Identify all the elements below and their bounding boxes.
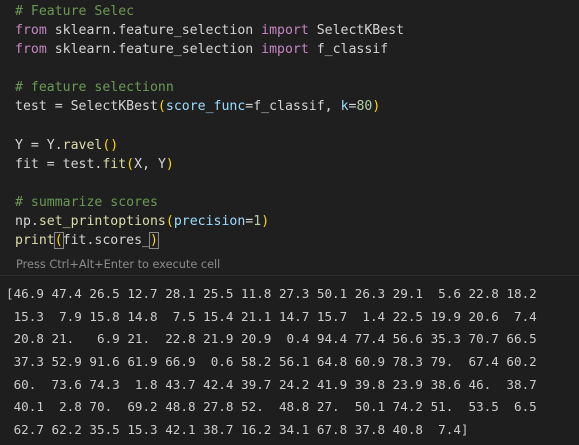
code-token: import	[261, 42, 309, 58]
code-token: # summarize scores	[15, 194, 158, 210]
output-line: 40.1 2.8 70. 69.2 48.8 27.8 52. 48.8 27.…	[6, 399, 537, 415]
execute-hint: Press Ctrl+Alt+Enter to execute cell	[16, 258, 221, 271]
output-line: 20.8 21. 6.9 21. 22.8 21.9 20.9 0.4 94.4…	[6, 331, 537, 347]
output-line: 37.3 52.9 91.6 61.9 66.9 0.6 58.2 56.1 6…	[6, 354, 537, 370]
code-token: sklearn.feature_selection	[46, 42, 262, 58]
code-token: )	[165, 156, 174, 172]
output-line: 62.7 62.2 35.5 15.3 42.1 38.7 16.2 34.1 …	[6, 422, 469, 438]
code-token: sklearn.feature_selection	[46, 23, 262, 39]
code-token: Y = Y.	[15, 137, 63, 153]
code-token: (	[126, 156, 135, 172]
code-editor[interactable]: # Feature Selec from sklearn.feature_sele…	[15, 2, 404, 250]
code-token: # feature selectionn	[15, 80, 174, 96]
code-token: =f_classif,	[245, 99, 341, 115]
code-token: # Feature Selec	[15, 4, 135, 19]
code-token: fit = test.	[15, 156, 103, 172]
code-token: (	[165, 214, 174, 230]
code-token: print	[15, 233, 55, 249]
code-line: print(fit.scores_)	[15, 231, 404, 250]
code-token: (	[157, 99, 166, 115]
code-cell-input[interactable]: # Feature Selec from sklearn.feature_sele…	[0, 0, 579, 275]
code-line: # Feature Selec	[15, 2, 404, 21]
code-line: np.set_printoptions(precision=1)	[15, 212, 404, 231]
code-cell-output: [46.9 47.4 26.5 12.7 28.1 25.5 11.8 27.3…	[0, 276, 579, 445]
output-text: [46.9 47.4 26.5 12.7 28.1 25.5 11.8 27.3…	[6, 283, 537, 442]
code-line: test = SelectKBest(score_func=f_classif,…	[15, 97, 404, 116]
code-line: # summarize scores	[15, 193, 404, 212]
code-token: )	[372, 99, 381, 115]
code-token: k	[340, 99, 349, 115]
code-token: fit	[102, 156, 127, 172]
code-token: ()	[102, 137, 119, 153]
code-token: )	[149, 232, 159, 250]
code-token: 1	[253, 214, 262, 230]
code-line: from sklearn.feature_selection import f_…	[15, 40, 404, 59]
code-token: test = SelectKBest	[15, 99, 158, 115]
output-line: [46.9 47.4 26.5 12.7 28.1 25.5 11.8 27.3…	[6, 286, 537, 301]
code-line: # feature selectionn	[15, 78, 404, 97]
code-token: X, Y	[134, 156, 166, 172]
code-token: set_printoptions	[38, 214, 166, 230]
code-token: np.	[15, 214, 39, 230]
code-token: score_func	[165, 99, 246, 115]
code-token: fit.scores_	[62, 233, 150, 249]
code-token: )	[261, 214, 270, 230]
code-token: from	[15, 42, 47, 58]
code-line: from sklearn.feature_selection import Se…	[15, 21, 404, 40]
code-token: precision	[173, 214, 246, 230]
code-line: Y = Y.ravel()	[15, 136, 404, 155]
code-token: 80	[356, 99, 373, 115]
code-token: from	[15, 23, 47, 39]
output-line: 60. 73.6 74.3 1.8 43.7 42.4 39.7 24.2 41…	[6, 376, 537, 392]
code-token: import	[261, 23, 309, 39]
code-token: ravel	[62, 137, 103, 153]
output-line: 15.3 7.9 15.8 14.8 7.5 15.4 21.1 14.7 15…	[6, 308, 537, 324]
code-token: SelectKBest	[308, 23, 405, 39]
code-token: f_classif	[308, 42, 389, 58]
code-token: (	[53, 232, 64, 250]
code-line: fit = test.fit(X, Y)	[15, 155, 404, 174]
